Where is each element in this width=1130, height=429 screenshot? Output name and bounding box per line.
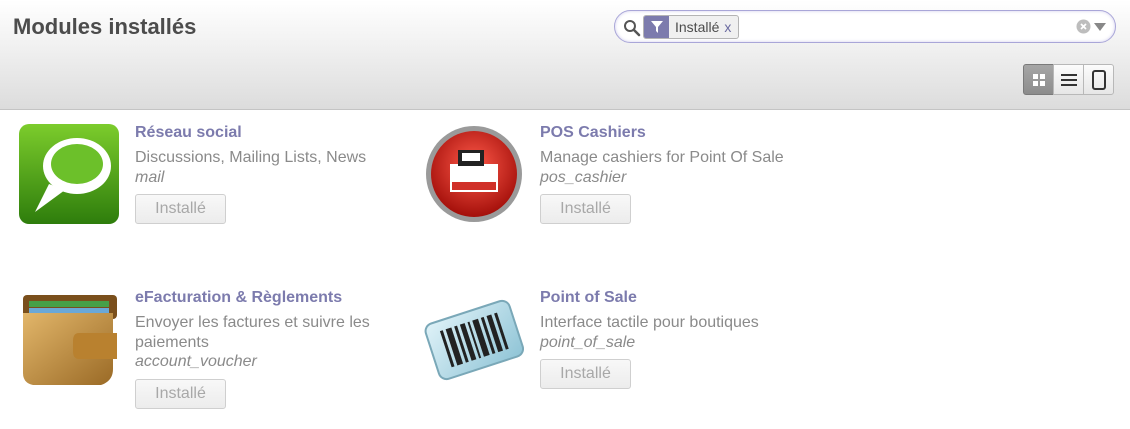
module-card[interactable]: eFacturation & Règlements Envoyer les fa… [19, 289, 399, 429]
installed-button[interactable]: Installé [135, 379, 226, 409]
module-title[interactable]: eFacturation & Règlements [135, 289, 342, 307]
search-facet[interactable]: Installé x [643, 15, 740, 39]
module-summary: Manage cashiers for Point Of Sale [540, 149, 784, 166]
module-technical-name: pos_cashier [540, 169, 627, 186]
module-title[interactable]: Point of Sale [540, 289, 637, 307]
installed-button[interactable]: Installé [540, 359, 631, 389]
page-title: Modules installés [13, 14, 197, 39]
form-view-icon [1091, 69, 1106, 90]
chevron-down-icon[interactable] [1094, 23, 1106, 31]
filter-icon [644, 16, 669, 38]
search-icon[interactable] [623, 19, 641, 37]
view-switcher [1023, 64, 1114, 95]
clear-search-icon[interactable] [1076, 19, 1091, 34]
module-card[interactable]: Réseau social Discussions, Mailing Lists… [19, 124, 399, 264]
form-view-button[interactable] [1083, 64, 1114, 95]
search-box[interactable]: Installé x [614, 10, 1116, 43]
facet-remove-button[interactable]: x [724, 19, 738, 35]
module-summary: Envoyer les factures et suivre les paiem… [135, 314, 370, 351]
barcode-icon [424, 299, 524, 381]
installed-button[interactable]: Installé [540, 194, 631, 224]
module-technical-name: point_of_sale [540, 334, 636, 351]
module-title[interactable]: Réseau social [135, 124, 242, 142]
module-card[interactable]: POS Cashiers Manage cashiers for Point O… [424, 124, 804, 264]
module-technical-name: account_voucher [135, 353, 257, 370]
module-summary: Interface tactile pour boutiques [540, 314, 759, 331]
kanban-view-icon [1032, 73, 1045, 86]
cash-register-icon [426, 126, 522, 222]
list-view-button[interactable] [1053, 64, 1084, 95]
kanban-view-button[interactable] [1023, 64, 1054, 95]
wallet-icon [23, 295, 117, 385]
control-panel: Modules installés Installé x [0, 0, 1130, 110]
list-view-icon [1060, 73, 1077, 86]
module-technical-name: mail [135, 169, 165, 186]
module-card[interactable]: Point of Sale Interface tactile pour bou… [424, 289, 804, 429]
module-summary: Discussions, Mailing Lists, News [135, 149, 367, 166]
module-title[interactable]: POS Cashiers [540, 124, 646, 142]
installed-button[interactable]: Installé [135, 194, 226, 224]
chat-bubble-icon [19, 124, 119, 224]
facet-value: Installé [675, 19, 720, 35]
